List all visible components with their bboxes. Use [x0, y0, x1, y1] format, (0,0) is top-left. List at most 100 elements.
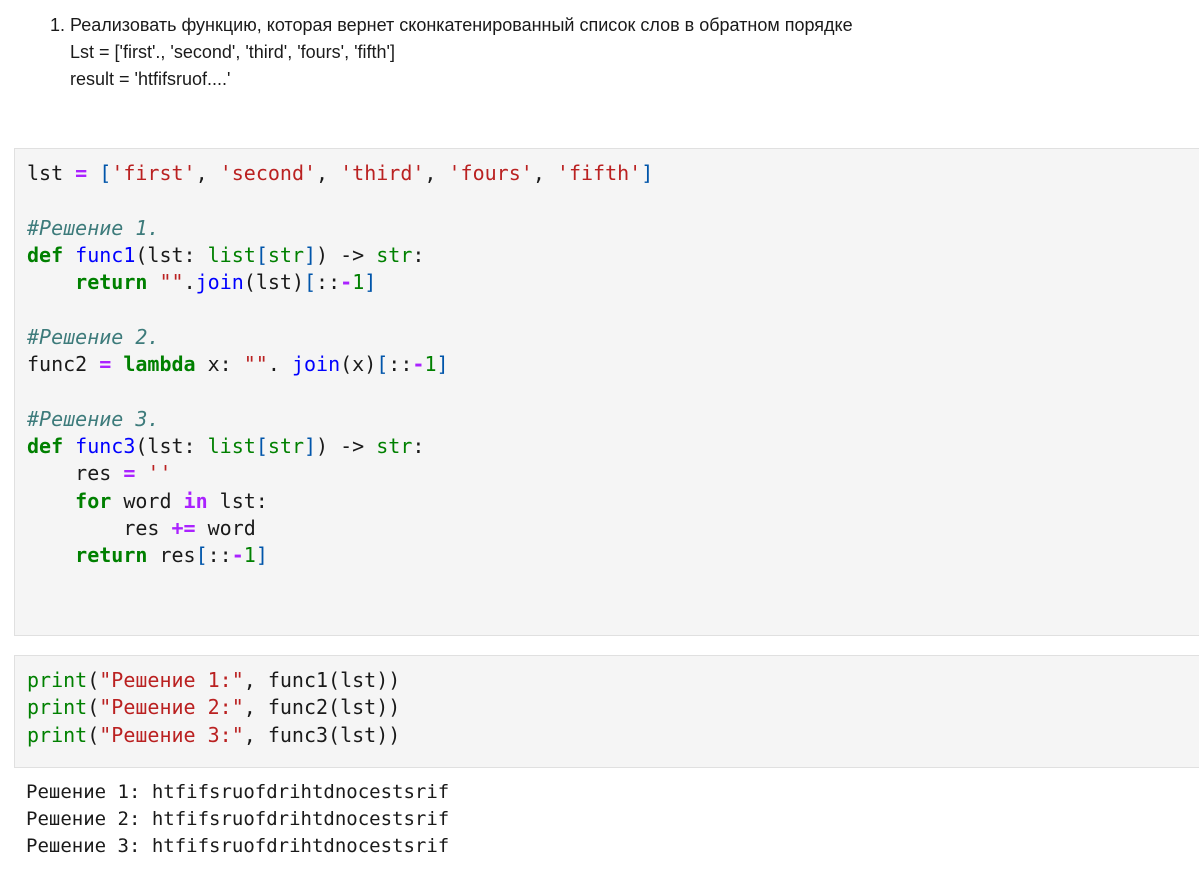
- code-token: 'fours': [448, 161, 533, 185]
- code-token: ]: [436, 352, 449, 377]
- code-token: [: [255, 433, 268, 458]
- code-token: print: [27, 668, 88, 692]
- code-token: -: [412, 352, 425, 377]
- code-token: ) ->: [316, 242, 377, 267]
- code-token: ::: [207, 543, 232, 568]
- code-token: ,: [316, 161, 341, 185]
- code-token: 1: [424, 352, 437, 377]
- task-text: Реализовать функцию, которая вернет скон…: [70, 15, 853, 35]
- code-token: return: [75, 543, 148, 568]
- code-token: '': [147, 461, 172, 486]
- code-token: 'third': [340, 161, 425, 185]
- output-line: Решение 2: htfifsruofdrihtdnocestsrif: [26, 808, 450, 831]
- item-number: 1.: [50, 15, 66, 35]
- output-line: Решение 3: htfifsruofdrihtdnocestsrif: [26, 835, 450, 858]
- code-token: return: [75, 270, 148, 295]
- code-line: func2 = lambda x: "". join(x)[::-1]: [27, 351, 1199, 378]
- code-token: ]: [641, 161, 654, 185]
- code-line: return res[::-1]: [27, 542, 1199, 569]
- code-line: lst = ['first', 'second', 'third', 'four…: [27, 160, 1199, 187]
- markdown-cell: 1. Реализовать функцию, которая вернет ск…: [50, 12, 853, 93]
- code-line: def func1(lst: list[str]) -> str:: [27, 242, 1199, 269]
- code-token: word: [195, 515, 256, 540]
- code-token: print: [27, 695, 88, 720]
- code-token: [: [255, 242, 268, 267]
- code-token: ,: [532, 161, 557, 185]
- code-cell-solutions[interactable]: lst = ['first', 'second', 'third', 'four…: [14, 148, 1199, 636]
- code-token: +=: [171, 515, 196, 540]
- code-token: res: [147, 543, 196, 568]
- code-token: in: [183, 488, 208, 513]
- code-line: def func3(lst: list[str]) -> str:: [27, 433, 1199, 460]
- code-token: (: [87, 695, 100, 720]
- output-line: Решение 1: htfifsruofdrihtdnocestsrif: [26, 781, 450, 803]
- code-token: ]: [303, 242, 317, 267]
- task-item: 1. Реализовать функцию, которая вернет ск…: [50, 12, 853, 39]
- code-token: 1: [243, 543, 256, 568]
- example-list: Lst = ['first'., 'second', 'third', 'fou…: [70, 42, 395, 62]
- code-token: ]: [364, 270, 377, 295]
- code-token: print: [27, 722, 88, 747]
- code-token: "": [159, 270, 184, 295]
- code-token: lambda: [123, 352, 196, 377]
- code-token: word: [111, 488, 184, 513]
- code-token: str: [267, 242, 304, 267]
- code-token: [: [304, 270, 317, 295]
- code-token: #Решение 2.: [27, 324, 160, 349]
- code-token: def: [27, 242, 64, 267]
- code-token: ]: [303, 433, 317, 458]
- code-token: 'fifth': [556, 161, 642, 185]
- code-line: for word in lst:: [27, 488, 1199, 515]
- code-token: (: [87, 722, 100, 747]
- code-token: =: [75, 161, 88, 185]
- code-token: , func1(lst)): [243, 668, 401, 692]
- code-token: (: [87, 668, 100, 692]
- code-token: res: [27, 461, 124, 486]
- code-token: #Решение 3.: [27, 406, 160, 431]
- code-token: str: [376, 433, 413, 458]
- code-line: res = '': [27, 460, 1199, 487]
- code-token: #Решение 1.: [27, 215, 160, 240]
- code-line: print("Решение 2:", func2(lst)): [27, 694, 1199, 721]
- code-token: , func2(lst)): [243, 695, 401, 720]
- code-token: ::: [388, 352, 413, 377]
- code-token: :: [412, 242, 425, 267]
- code-token: , func3(lst)): [243, 722, 401, 747]
- code-token: func3: [75, 433, 136, 458]
- code-editor-solutions[interactable]: lst = ['first', 'second', 'third', 'four…: [15, 149, 1199, 569]
- code-token: list: [207, 242, 256, 267]
- code-token: (lst:: [135, 433, 208, 458]
- code-line: print("Решение 1:", func1(lst)): [27, 667, 1199, 694]
- code-token: 'second': [219, 161, 317, 185]
- code-token: "Решение 2:": [99, 695, 244, 720]
- code-cell-print[interactable]: print("Решение 1:", func1(lst)) print("Ре…: [14, 655, 1199, 768]
- code-token: .: [267, 352, 292, 377]
- code-token: x:: [195, 352, 244, 377]
- code-token: [: [195, 543, 208, 568]
- code-token: "Решение 3:": [99, 722, 244, 747]
- code-editor-print[interactable]: print("Решение 1:", func1(lst)) print("Ре…: [15, 656, 1199, 749]
- code-token: def: [27, 433, 64, 458]
- code-token: "Решение 1:": [99, 668, 244, 692]
- code-token: ,: [424, 161, 449, 185]
- code-token: =: [99, 352, 112, 377]
- code-token: 1: [352, 270, 365, 295]
- code-token: lst:: [207, 488, 268, 513]
- code-token: (lst): [243, 270, 304, 295]
- code-token: [: [99, 161, 112, 185]
- code-token: =: [123, 461, 136, 486]
- code-token: list: [207, 433, 256, 458]
- code-token: str: [376, 242, 413, 267]
- code-token: ,: [195, 161, 220, 185]
- code-token: .: [183, 270, 196, 295]
- code-token: :: [412, 433, 425, 458]
- code-line: #Решение 2.: [27, 324, 1199, 351]
